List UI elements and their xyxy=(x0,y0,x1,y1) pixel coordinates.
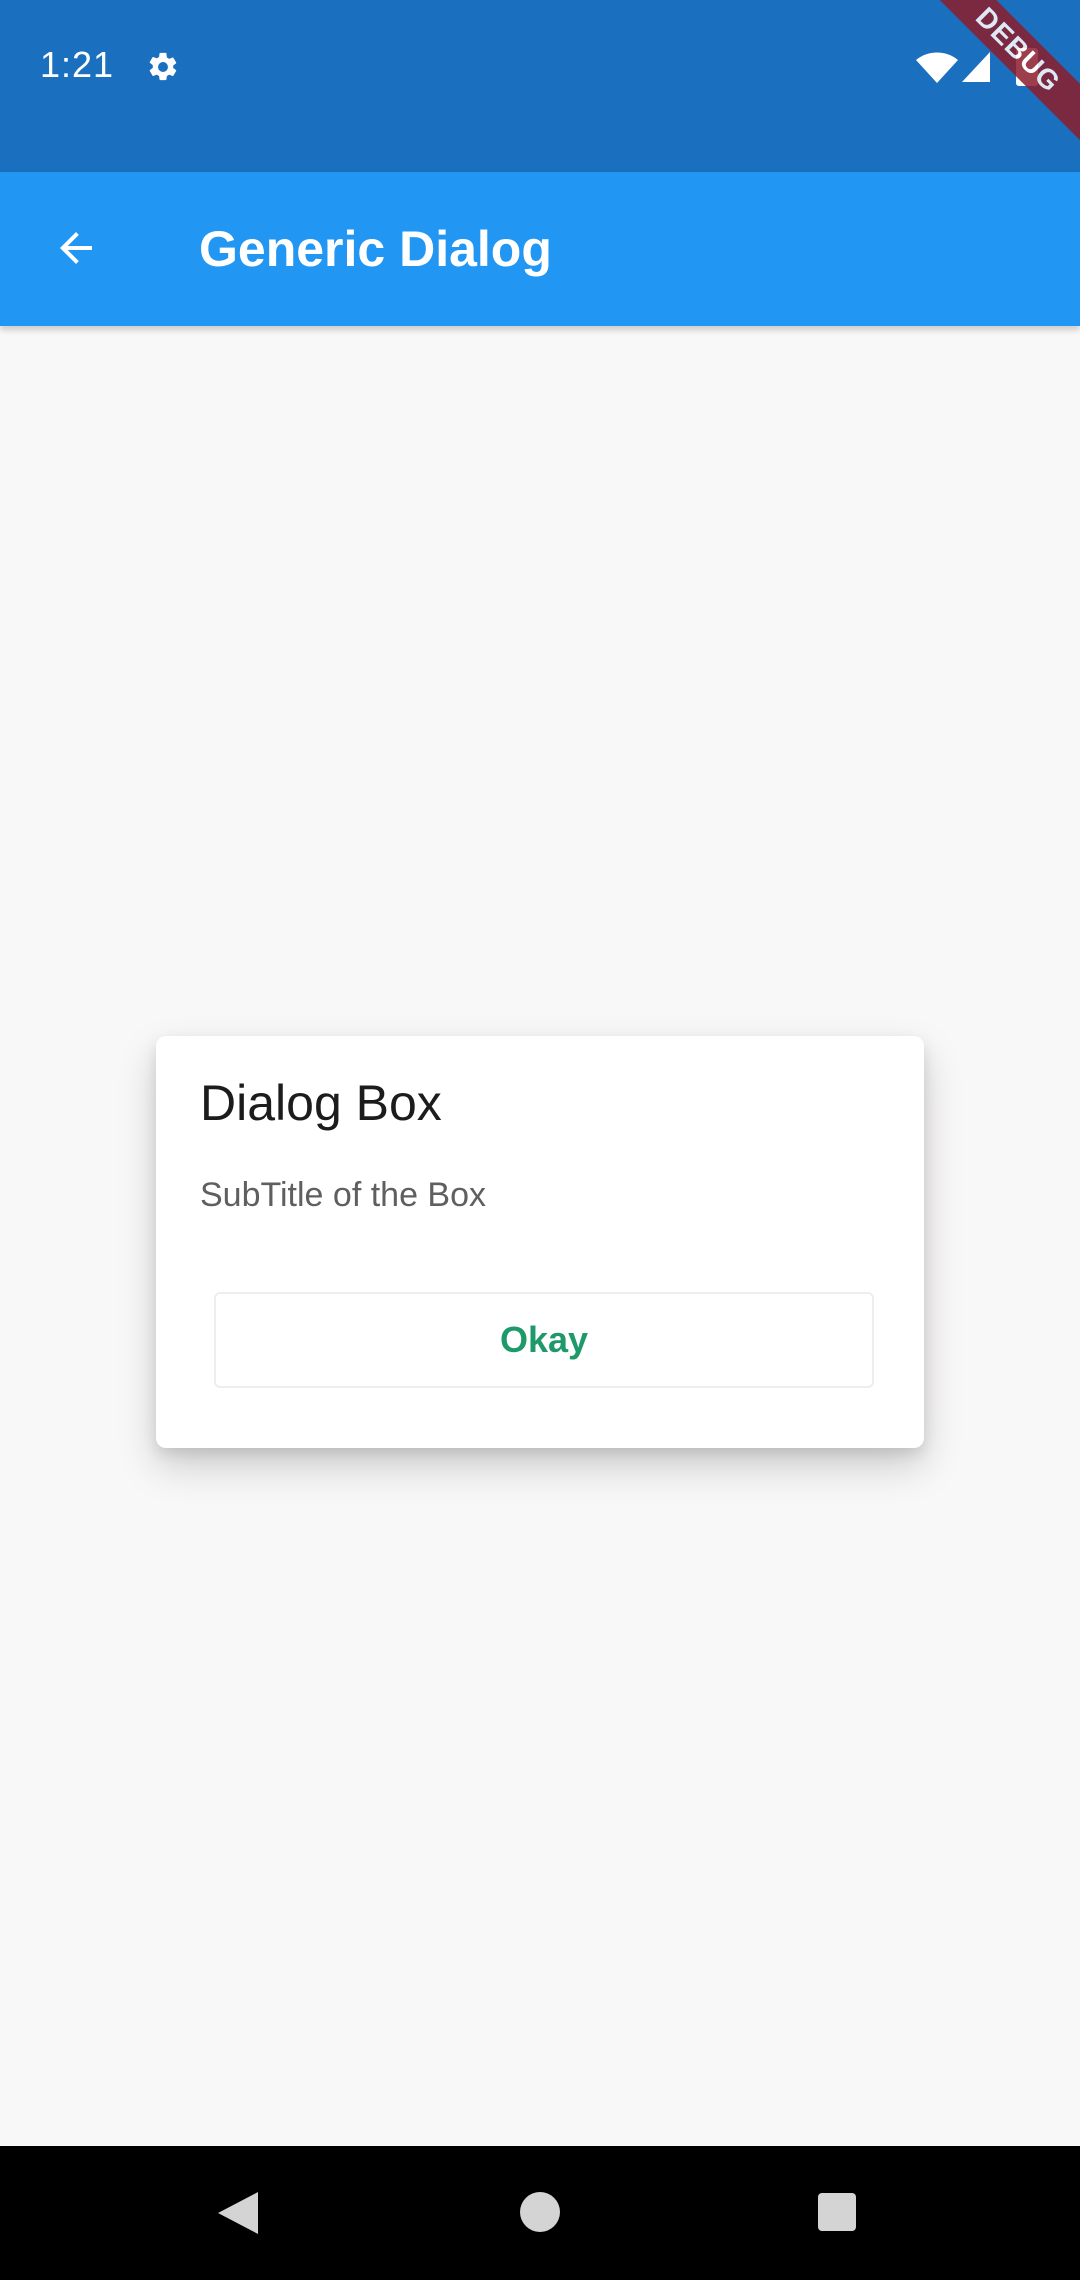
status-time: 1:21 xyxy=(40,44,115,85)
okay-button[interactable]: Okay xyxy=(214,1292,874,1388)
wifi-icon xyxy=(916,52,958,83)
nav-home-icon[interactable] xyxy=(520,2192,560,2232)
app-bar: Generic Dialog xyxy=(0,172,1080,326)
dialog-title: Dialog Box xyxy=(200,1075,442,1131)
gear-icon xyxy=(149,52,177,81)
signal-icon xyxy=(962,52,990,82)
back-button[interactable] xyxy=(40,212,112,284)
dialog: Dialog Box SubTitle of the Box Okay xyxy=(156,1036,924,1448)
nav-bar xyxy=(0,2146,1080,2280)
nav-recents-icon[interactable] xyxy=(818,2193,856,2231)
page-title: Generic Dialog xyxy=(199,221,552,277)
arrow-back-icon xyxy=(60,232,92,264)
nav-back-icon[interactable] xyxy=(218,2192,258,2234)
status-bar: 1:21 DEBUG xyxy=(0,0,1080,172)
screen: 1:21 DEBUG Generic Dialog Dialog Box Sub… xyxy=(0,0,1080,2280)
dialog-subtitle: SubTitle of the Box xyxy=(200,1176,487,1214)
